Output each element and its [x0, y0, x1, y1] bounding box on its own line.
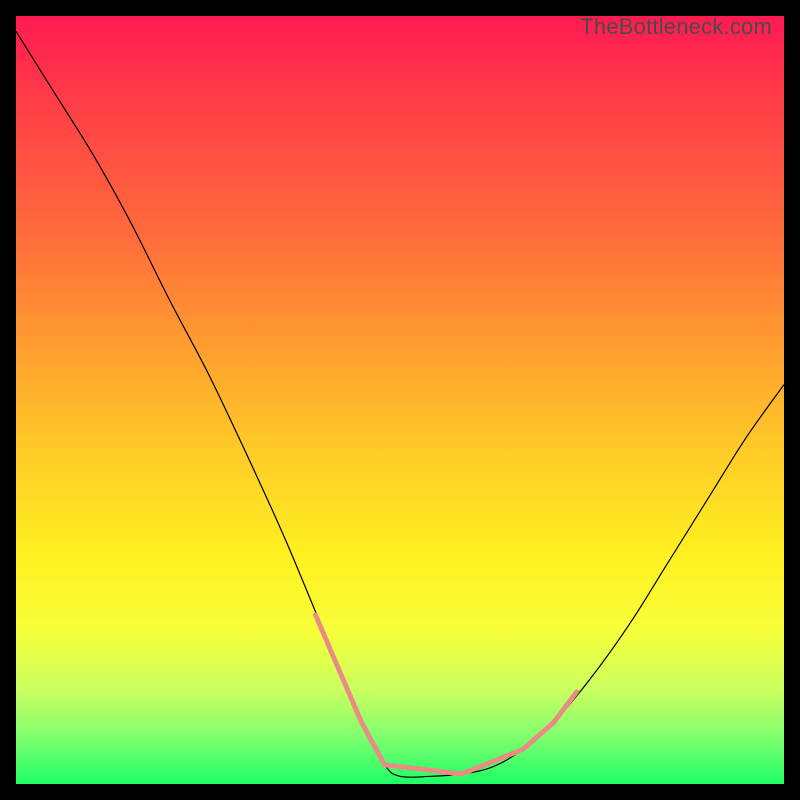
- chart-svg: [16, 16, 784, 784]
- valley-marker-segment: [385, 765, 462, 774]
- bottleneck-curve: [16, 31, 784, 777]
- valley-markers: [316, 615, 577, 774]
- valley-marker-segment: [461, 749, 522, 774]
- chart-frame: TheBottleneck.com: [0, 0, 800, 800]
- valley-marker-segment: [316, 615, 362, 723]
- watermark-text: TheBottleneck.com: [580, 16, 772, 40]
- valley-marker-segment: [554, 692, 577, 723]
- plot-area: TheBottleneck.com: [16, 16, 784, 784]
- valley-marker-segment: [362, 723, 385, 765]
- valley-marker-segment: [523, 723, 554, 750]
